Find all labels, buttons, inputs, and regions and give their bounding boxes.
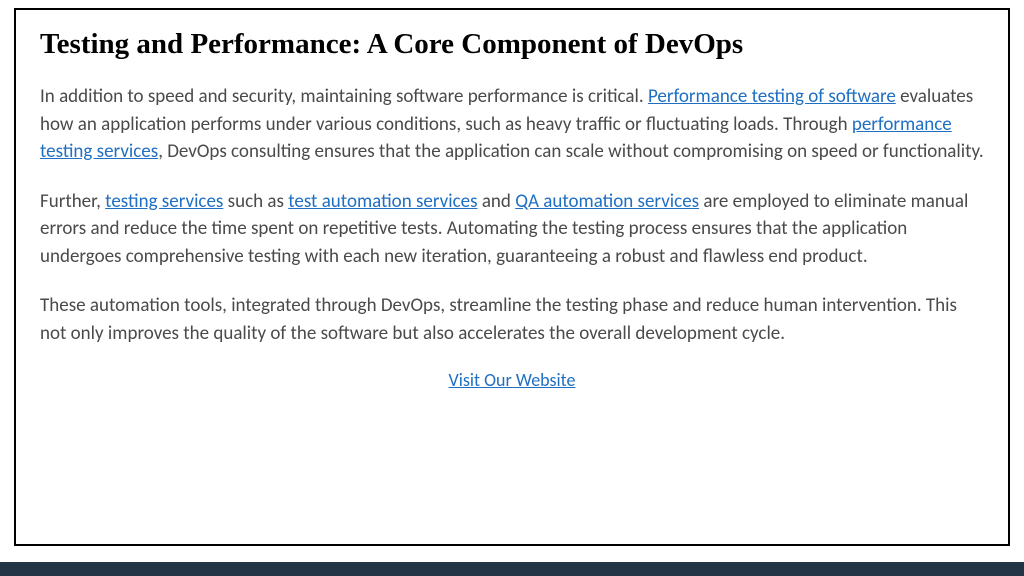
footer-bar bbox=[0, 562, 1024, 576]
content-box: Testing and Performance: A Core Componen… bbox=[14, 8, 1010, 546]
text-span: In addition to speed and security, maint… bbox=[40, 85, 648, 108]
text-span: and bbox=[478, 190, 516, 213]
paragraph-1: In addition to speed and security, maint… bbox=[40, 83, 984, 166]
link-qa-automation-services[interactable]: QA automation services bbox=[515, 190, 699, 213]
text-span: such as bbox=[223, 190, 288, 213]
link-testing-services[interactable]: testing services bbox=[105, 190, 223, 213]
link-performance-testing-software[interactable]: Performance testing of software bbox=[648, 85, 896, 108]
text-span: , DevOps consulting ensures that the app… bbox=[158, 140, 983, 163]
link-test-automation-services[interactable]: test automation services bbox=[288, 190, 477, 213]
paragraph-2: Further, testing services such as test a… bbox=[40, 188, 984, 271]
text-span: Further, bbox=[40, 190, 105, 213]
link-visit-website[interactable]: Visit Our Website bbox=[449, 369, 576, 391]
text-span: These automation tools, integrated throu… bbox=[40, 294, 957, 345]
paragraph-3: These automation tools, integrated throu… bbox=[40, 292, 984, 347]
cta-container: Visit Our Website bbox=[40, 369, 984, 391]
page-heading: Testing and Performance: A Core Componen… bbox=[40, 28, 984, 61]
